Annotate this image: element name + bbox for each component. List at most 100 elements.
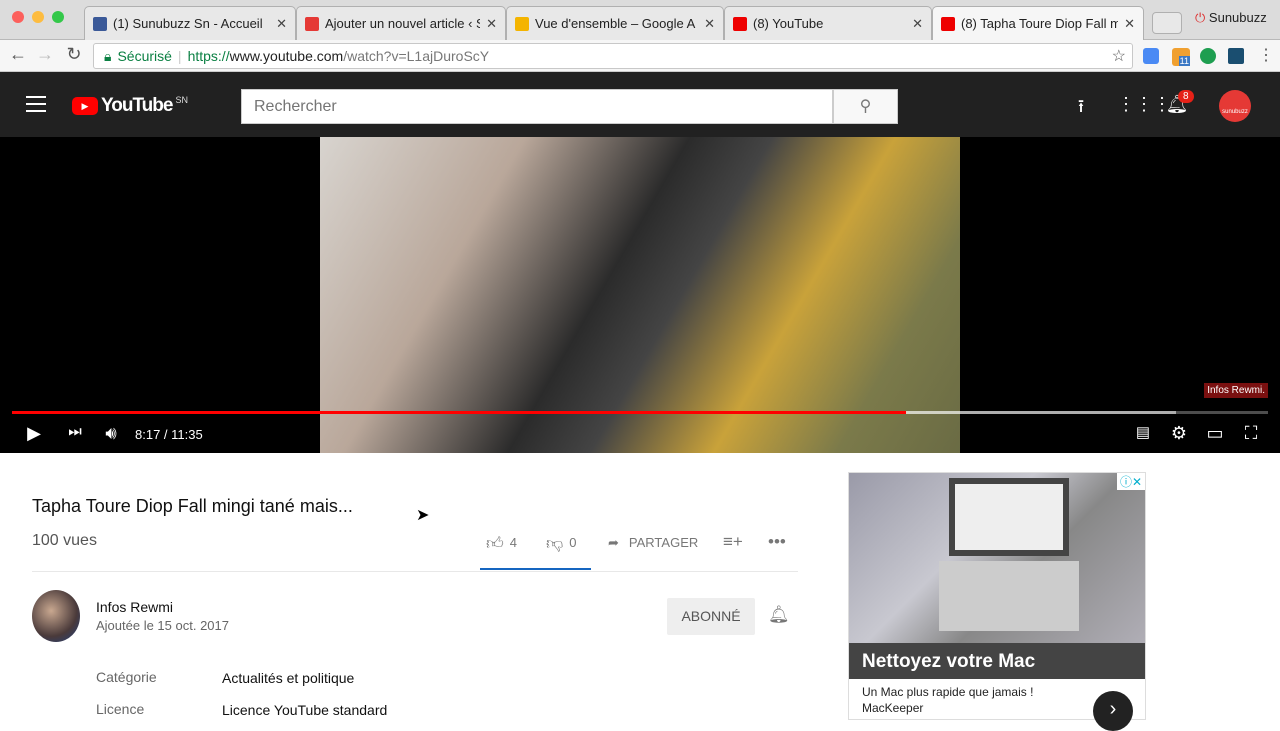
close-tab-icon[interactable]: ✕ — [912, 16, 923, 32]
theater-mode-icon[interactable]: ▭ — [1203, 423, 1227, 444]
extension-badge: 11 — [1178, 56, 1190, 66]
extension-icon[interactable] — [1228, 48, 1244, 64]
maximize-window-button[interactable] — [52, 11, 64, 23]
license-label: Licence — [96, 701, 145, 717]
search-icon: ⚲ — [859, 98, 872, 115]
profile-name: Sunubuzz — [1208, 10, 1267, 25]
account-avatar[interactable]: sunubuzz — [1219, 90, 1251, 122]
ad-banner[interactable]: ⓘ✕ Nettoyez votre Mac Un Mac plus rapide… — [848, 472, 1146, 731]
settings-gear-icon[interactable]: ⚙ — [1167, 423, 1191, 444]
browser-menu-icon[interactable]: ⋮ — [1258, 45, 1274, 65]
extension-check-icon[interactable] — [1143, 48, 1159, 64]
share-arrow-icon: ➦ — [608, 535, 619, 550]
browser-tab[interactable]: (1) Sunubuzz Sn - Accueil ✕ — [84, 6, 296, 40]
thumbs-down-icon: 👎︎ — [546, 534, 564, 553]
browser-tab[interactable]: (8) YouTube ✕ — [724, 6, 932, 40]
ad-advertiser: MacKeeper — [862, 701, 924, 715]
lock-icon: 🔒︎ — [104, 47, 112, 64]
subscribed-button[interactable]: ABONNÉ — [667, 598, 755, 635]
channel-avatar[interactable] — [32, 590, 80, 642]
avatar-text: sunubuzz — [1222, 109, 1248, 115]
sentiment-bar — [480, 568, 591, 570]
extension-rss-icon[interactable]: 11 — [1172, 48, 1190, 66]
divider — [32, 571, 798, 572]
channel-name[interactable]: Infos Rewmi — [96, 599, 173, 615]
upload-icon[interactable]: ⭱ — [1069, 94, 1093, 124]
volume-icon[interactable]: 🔊︎ — [99, 423, 123, 444]
share-button[interactable]: ➦ PARTAGER — [608, 535, 698, 551]
facebook-icon — [93, 16, 107, 31]
new-tab-button[interactable] — [1152, 12, 1182, 34]
search-input[interactable] — [241, 89, 833, 124]
ad-next-arrow-icon[interactable]: › — [1093, 691, 1133, 731]
view-count: 100 vues — [32, 532, 97, 549]
next-button[interactable]: ⏭ — [63, 423, 87, 440]
browser-tab[interactable]: Vue d'ensemble – Google A ✕ — [506, 6, 724, 40]
browser-tab-bar: (1) Sunubuzz Sn - Accueil ✕ Ajouter un nou… — [0, 0, 1280, 40]
video-title: Tapha Toure Diop Fall mingi tané mais... — [32, 496, 353, 516]
browser-tab[interactable]: Ajouter un nouvel article ‹ S ✕ — [296, 6, 506, 40]
url-bar[interactable]: 🔒︎ Sécurisé | https://www.youtube.com/wa… — [93, 43, 1133, 69]
ad-headline[interactable]: Nettoyez votre Mac — [849, 643, 1145, 679]
fullscreen-icon[interactable]: ⛶ — [1239, 423, 1263, 444]
tab-title: (8) YouTube — [753, 16, 824, 31]
play-button[interactable]: ▶ — [22, 423, 46, 444]
notification-bell-icon[interactable]: 🔔︎ — [768, 605, 790, 625]
minimize-window-button[interactable] — [32, 11, 44, 23]
video-player[interactable]: Infos Rewmi. ▶ ⏭ 🔊︎ 8:17 / 11:35 ▤ ⚙ ▭ ⛶ — [0, 137, 1280, 453]
channel-watermark[interactable]: Infos Rewmi. — [1204, 383, 1268, 398]
back-button[interactable]: ← — [6, 44, 30, 65]
like-count: 4 — [509, 535, 517, 550]
youtube-logo[interactable]: ▶ YouTube SN — [72, 95, 188, 117]
flash-icon — [305, 16, 319, 31]
subtitles-icon[interactable]: ▤ — [1131, 423, 1155, 441]
tab-title: (8) Tapha Toure Diop Fall mi — [961, 16, 1119, 31]
add-to-playlist-icon[interactable]: ≡+ — [723, 532, 743, 552]
laptop-image — [949, 478, 1069, 556]
search-button[interactable]: ⚲ — [833, 89, 898, 124]
license-value: Licence YouTube standard — [222, 702, 388, 718]
browser-tab[interactable]: (8) Tapha Toure Diop Fall mi ✕ — [932, 6, 1144, 40]
hamburger-menu-icon[interactable] — [26, 96, 46, 112]
apps-grid-icon[interactable]: ⋮⋮⋮ — [1117, 94, 1171, 115]
youtube-icon — [733, 16, 747, 31]
close-tab-icon[interactable]: ✕ — [704, 16, 715, 32]
logo-text: YouTube — [101, 95, 173, 116]
thumbs-up-icon: 👍︎ — [486, 534, 504, 553]
progress-played — [12, 411, 907, 414]
video-frame[interactable] — [320, 137, 960, 453]
youtube-header: ▶ YouTube SN ⚲ ⭱ ⋮⋮⋮ 🔔︎ 8 sunubuzz — [0, 72, 1280, 137]
ad-choices-icon[interactable]: ⓘ✕ — [1117, 473, 1146, 490]
category-value[interactable]: Actualités et politique — [222, 670, 354, 686]
ad-image[interactable] — [849, 473, 1145, 643]
like-button[interactable]: 👍︎ 4 — [486, 533, 517, 554]
secure-label: Sécurisé — [117, 48, 172, 64]
keyboard-image — [939, 561, 1079, 631]
category-label: Catégorie — [96, 669, 157, 685]
address-toolbar: ← → ↻ 🔒︎ Sécurisé | https://www.youtube.… — [0, 40, 1280, 72]
progress-bar[interactable] — [12, 411, 1268, 414]
upload-date: Ajoutée le 15 oct. 2017 — [96, 618, 229, 633]
share-label: PARTAGER — [628, 535, 699, 550]
reload-button[interactable]: ↻ — [62, 44, 86, 65]
tab-title: (1) Sunubuzz Sn - Accueil — [113, 16, 263, 31]
url-path: /watch?v=L1ajDuroScY — [343, 48, 490, 64]
tab-title: Ajouter un nouvel article ‹ S — [325, 16, 481, 31]
close-window-button[interactable] — [12, 11, 24, 23]
forward-button[interactable]: → — [33, 44, 57, 65]
extension-grammarly-icon[interactable] — [1200, 48, 1216, 64]
close-tab-icon[interactable]: ✕ — [486, 16, 497, 32]
profile-button[interactable]: ⏻ Sunubuzz — [1195, 10, 1267, 26]
close-tab-icon[interactable]: ✕ — [276, 16, 287, 32]
mouse-cursor: ➤ — [416, 507, 430, 524]
ad-text: Un Mac plus rapide que jamais ! — [862, 685, 1034, 699]
bookmark-star-icon[interactable]: ☆ — [1112, 46, 1126, 66]
dislike-button[interactable]: 👎︎ 0 — [546, 533, 577, 554]
dislike-count: 0 — [569, 535, 577, 550]
more-actions-icon[interactable]: ••• — [768, 532, 786, 552]
close-tab-icon[interactable]: ✕ — [1124, 16, 1135, 32]
url-host: www.youtube.com — [229, 48, 344, 64]
region-code: SN — [175, 95, 188, 105]
analytics-icon — [515, 16, 529, 31]
tab-title: Vue d'ensemble – Google A — [535, 16, 696, 31]
